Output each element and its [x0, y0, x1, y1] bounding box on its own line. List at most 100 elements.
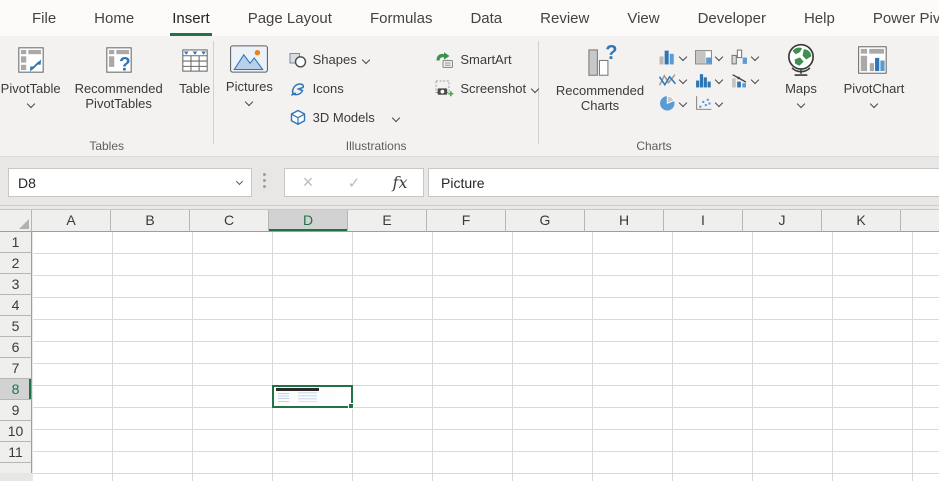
- insert-column-or-bar-chart-icon: [659, 49, 676, 65]
- chevron-down-icon: [798, 101, 804, 109]
- row-header-1[interactable]: 1: [0, 232, 32, 253]
- insert-combo-chart-icon: [731, 72, 748, 88]
- insert-function-icon[interactable]: fx: [377, 173, 423, 192]
- chart-type-buttons: [659, 37, 758, 113]
- recommended-charts-icon: ?: [581, 42, 619, 80]
- row-header-4[interactable]: 4: [0, 295, 32, 316]
- name-box-dropdown-icon[interactable]: [236, 177, 243, 184]
- insert-scatter-or-bubble-chart-icon: [695, 95, 712, 111]
- tab-home[interactable]: Home: [75, 0, 153, 36]
- chevron-down-icon: [679, 98, 687, 106]
- table-button[interactable]: Table: [177, 37, 213, 111]
- row-header-8[interactable]: 8: [0, 379, 32, 400]
- chevron-down-icon: [679, 75, 687, 83]
- icons-icon: [289, 81, 307, 97]
- row-header-6[interactable]: 6: [0, 337, 32, 358]
- maps-icon: [782, 42, 820, 78]
- column-header-K[interactable]: K: [822, 210, 901, 232]
- row-header-7[interactable]: 7: [0, 358, 32, 379]
- svg-text:?: ?: [605, 42, 617, 64]
- picture-content-block: [278, 393, 289, 402]
- pivottable-button[interactable]: PivotTable: [1, 37, 61, 111]
- ribbon-tab-bar: File Home Insert Page Layout Formulas Da…: [0, 0, 939, 36]
- insert-statistic-chart-button[interactable]: [695, 71, 722, 88]
- tab-file[interactable]: File: [13, 0, 75, 36]
- embedded-picture[interactable]: [276, 388, 336, 404]
- column-header-B[interactable]: B: [111, 210, 190, 232]
- row-header-10[interactable]: 10: [0, 421, 32, 442]
- row-header-5[interactable]: 5: [0, 316, 32, 337]
- cancel-icon[interactable]: ×: [285, 172, 331, 193]
- chevron-down-icon: [392, 113, 400, 121]
- insert-waterfall-funnel-stock-chart-icon: [731, 49, 748, 65]
- tab-data[interactable]: Data: [451, 0, 521, 36]
- enter-icon[interactable]: ✓: [331, 174, 377, 192]
- cells-area[interactable]: [33, 232, 939, 481]
- column-header-D[interactable]: D: [269, 210, 348, 232]
- tab-power-pivot[interactable]: Power Pivot: [854, 0, 939, 36]
- formula-input[interactable]: Picture: [428, 168, 939, 197]
- icons-button[interactable]: Icons: [289, 74, 410, 103]
- recommended-pivottables-icon: ?: [101, 42, 137, 78]
- formula-bar-buttons: × ✓ fx: [284, 168, 424, 197]
- tab-view[interactable]: View: [608, 0, 678, 36]
- illustrations-group-label: Illustrations: [214, 139, 538, 153]
- tab-insert[interactable]: Insert: [153, 0, 229, 36]
- row-header-11[interactable]: 11: [0, 442, 32, 463]
- pivotchart-button[interactable]: PivotChart: [832, 37, 916, 113]
- insert-scatter-or-bubble-chart-button[interactable]: [695, 94, 722, 111]
- table-label: Table: [179, 82, 210, 97]
- column-header-A[interactable]: A: [32, 210, 111, 232]
- pictures-button[interactable]: Pictures: [220, 37, 278, 132]
- column-header-G[interactable]: G: [506, 210, 585, 232]
- selected-cell-outline[interactable]: [272, 385, 353, 408]
- column-header-I[interactable]: I: [664, 210, 743, 232]
- maps-label: Maps: [785, 82, 817, 97]
- insert-combo-chart-button[interactable]: [731, 71, 758, 88]
- chevron-down-icon: [871, 101, 877, 109]
- column-header-J[interactable]: J: [743, 210, 822, 232]
- tab-developer[interactable]: Developer: [679, 0, 785, 36]
- shapes-icon: [289, 52, 307, 68]
- row-header-9[interactable]: 9: [0, 400, 32, 421]
- insert-hierarchy-chart-button[interactable]: [695, 48, 722, 65]
- screenshot-button[interactable]: Screenshot: [435, 74, 538, 103]
- insert-waterfall-funnel-stock-chart-button[interactable]: [731, 48, 758, 65]
- insert-line-or-area-chart-button[interactable]: [659, 71, 686, 88]
- chevron-down-icon: [751, 75, 759, 83]
- column-header-E[interactable]: E: [348, 210, 427, 232]
- recommended-pivottables-button[interactable]: ? Recommended PivotTables: [67, 37, 171, 111]
- column-header-F[interactable]: F: [427, 210, 506, 232]
- row-header-3[interactable]: 3: [0, 274, 32, 295]
- illustrations-group: Pictures Shapes: [214, 36, 538, 156]
- charts-group-label: Charts: [539, 139, 769, 153]
- shapes-button[interactable]: Shapes: [289, 45, 410, 74]
- tab-page-layout[interactable]: Page Layout: [229, 0, 351, 36]
- insert-column-or-bar-chart-button[interactable]: [659, 48, 686, 65]
- column-header-C[interactable]: C: [190, 210, 269, 232]
- chevron-down-icon: [28, 101, 34, 109]
- recommended-charts-button[interactable]: ? Recommended Charts: [549, 37, 651, 113]
- column-header-row: ABCDEFGHIJK: [0, 209, 939, 232]
- tab-help[interactable]: Help: [785, 0, 854, 36]
- shapes-label: Shapes: [313, 52, 357, 67]
- insert-hierarchy-chart-icon: [695, 49, 712, 65]
- column-header-H[interactable]: H: [585, 210, 664, 232]
- chevron-down-icon: [679, 52, 687, 60]
- row-header-2[interactable]: 2: [0, 253, 32, 274]
- insert-statistic-chart-icon: [695, 72, 712, 88]
- insert-ribbon: PivotTable ? Recommended PivotTables: [0, 36, 939, 157]
- icons-label: Icons: [313, 81, 344, 96]
- row-headers: 1234567891011: [0, 232, 32, 481]
- select-all-corner[interactable]: [0, 210, 32, 232]
- tab-formulas[interactable]: Formulas: [351, 0, 452, 36]
- picture-content-block: [298, 392, 317, 402]
- 3d-models-button[interactable]: 3D Models: [289, 103, 410, 132]
- maps-button[interactable]: Maps: [774, 37, 828, 113]
- name-box[interactable]: D8: [8, 168, 252, 197]
- pivottable-label: PivotTable: [1, 82, 61, 97]
- tab-review[interactable]: Review: [521, 0, 608, 36]
- insert-pie-or-doughnut-chart-button[interactable]: [659, 94, 686, 111]
- fill-handle[interactable]: [348, 403, 354, 409]
- smartart-button[interactable]: SmartArt: [435, 45, 538, 74]
